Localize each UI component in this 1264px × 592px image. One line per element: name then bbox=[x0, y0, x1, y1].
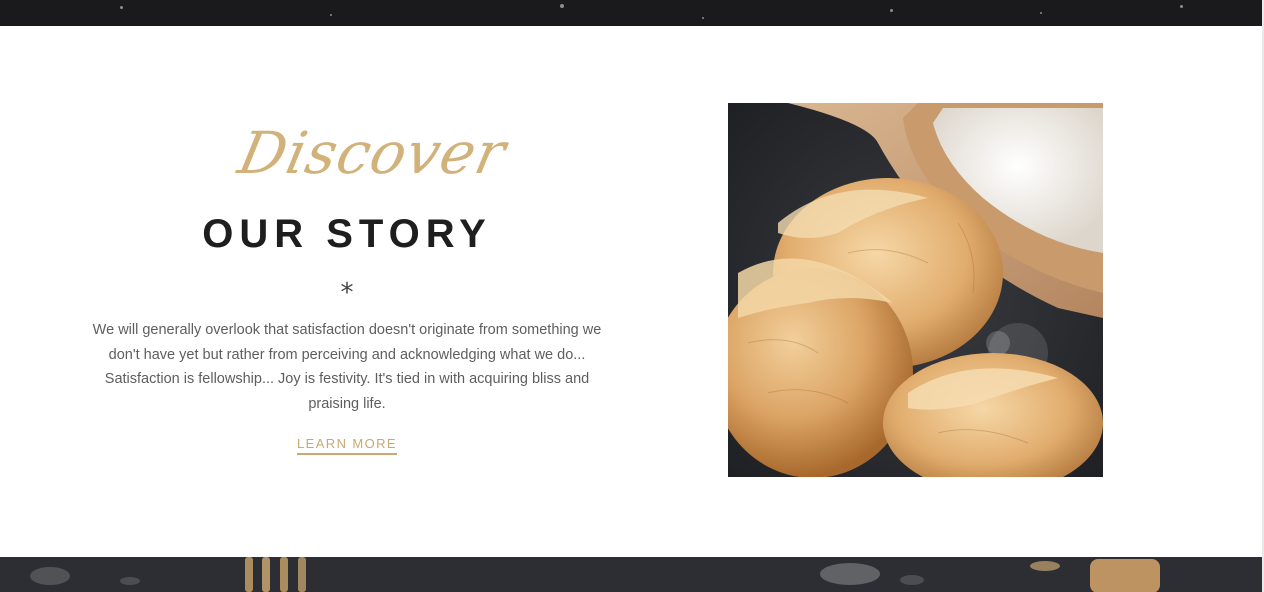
script-title: Discover bbox=[232, 119, 513, 187]
bottom-decorative-band bbox=[0, 557, 1264, 592]
section-heading: OUR STORY bbox=[202, 212, 492, 256]
page: Discover OUR STORY * We will generally o… bbox=[0, 0, 1264, 592]
divider-asterisk-icon: * bbox=[340, 278, 354, 308]
bread-photo bbox=[728, 103, 1103, 477]
learn-more-label: LEARN MORE bbox=[297, 436, 397, 455]
learn-more-link[interactable]: LEARN MORE bbox=[297, 436, 397, 455]
top-decorative-band bbox=[0, 0, 1264, 26]
story-paragraph: We will generally overlook that satisfac… bbox=[92, 322, 602, 412]
